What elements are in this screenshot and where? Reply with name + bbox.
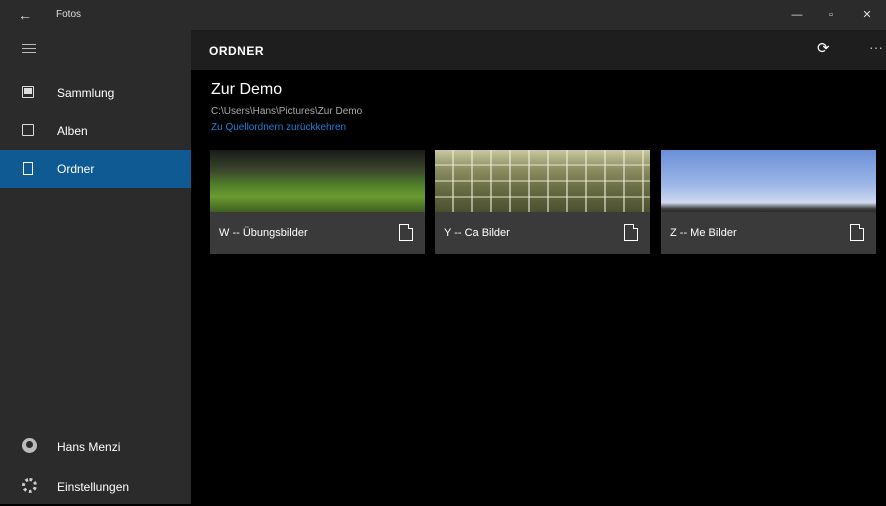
folder-thumbnail (435, 150, 650, 212)
back-to-source-folders-link[interactable]: Zu Quellordnern zurückkehren (211, 122, 346, 133)
folder-tile-y[interactable]: Y -- Ca Bilder (435, 150, 650, 254)
refresh-icon[interactable]: ⟳ (817, 41, 833, 57)
sidebar-item-ordner[interactable]: Ordner (0, 150, 191, 188)
folder-tile-bar: Z -- Me Bilder (661, 212, 876, 254)
folder-icon (22, 162, 36, 176)
app-title: Fotos (56, 9, 82, 20)
close-icon[interactable]: ✕ (858, 6, 876, 24)
sidebar: Sammlung Alben Ordner Hans Menzi Einstel… (0, 30, 191, 504)
user-name: Hans Menzi (57, 440, 121, 454)
folder-icon (399, 224, 413, 241)
back-arrow-icon[interactable]: ← (18, 5, 36, 25)
sidebar-item-user[interactable]: Hans Menzi (0, 428, 191, 466)
folder-tile-label: W -- Übungsbilder (219, 227, 308, 239)
folder-tile-bar: Y -- Ca Bilder (435, 212, 650, 254)
folder-tile-bar: W -- Übungsbilder (210, 212, 425, 254)
more-options-icon[interactable]: ··· (869, 39, 883, 55)
collection-icon (22, 86, 36, 100)
album-icon (22, 124, 36, 138)
gear-icon (22, 478, 37, 493)
hamburger-menu-icon[interactable] (22, 44, 36, 54)
maximize-icon[interactable]: ▫ (822, 6, 840, 24)
sidebar-item-label: Alben (57, 124, 88, 138)
folder-tile-label: Z -- Me Bilder (670, 227, 737, 239)
folder-thumbnail (661, 150, 876, 212)
sidebar-item-settings[interactable]: Einstellungen (0, 468, 191, 506)
folder-path: C:\Users\Hans\Pictures\Zur Demo (211, 106, 363, 117)
minimize-icon[interactable]: — (788, 6, 806, 24)
sidebar-item-label: Sammlung (57, 86, 115, 100)
folder-tile-label: Y -- Ca Bilder (444, 227, 510, 239)
folder-thumbnail (210, 150, 425, 212)
title-bar: ← Fotos — ▫ ✕ (0, 0, 886, 30)
sidebar-item-label: Ordner (57, 162, 95, 176)
folder-tile-w[interactable]: W -- Übungsbilder (210, 150, 425, 254)
page-title: ORDNER (209, 44, 265, 58)
settings-label: Einstellungen (57, 480, 130, 494)
sidebar-item-sammlung[interactable]: Sammlung (0, 74, 191, 112)
folder-title: Zur Demo (211, 81, 283, 98)
folder-icon (624, 224, 638, 241)
page-header: ORDNER ⟳ ··· (191, 30, 886, 70)
sidebar-item-alben[interactable]: Alben (0, 112, 191, 150)
avatar-icon (22, 438, 37, 453)
folder-icon (850, 224, 864, 241)
folder-tile-z[interactable]: Z -- Me Bilder (661, 150, 876, 254)
